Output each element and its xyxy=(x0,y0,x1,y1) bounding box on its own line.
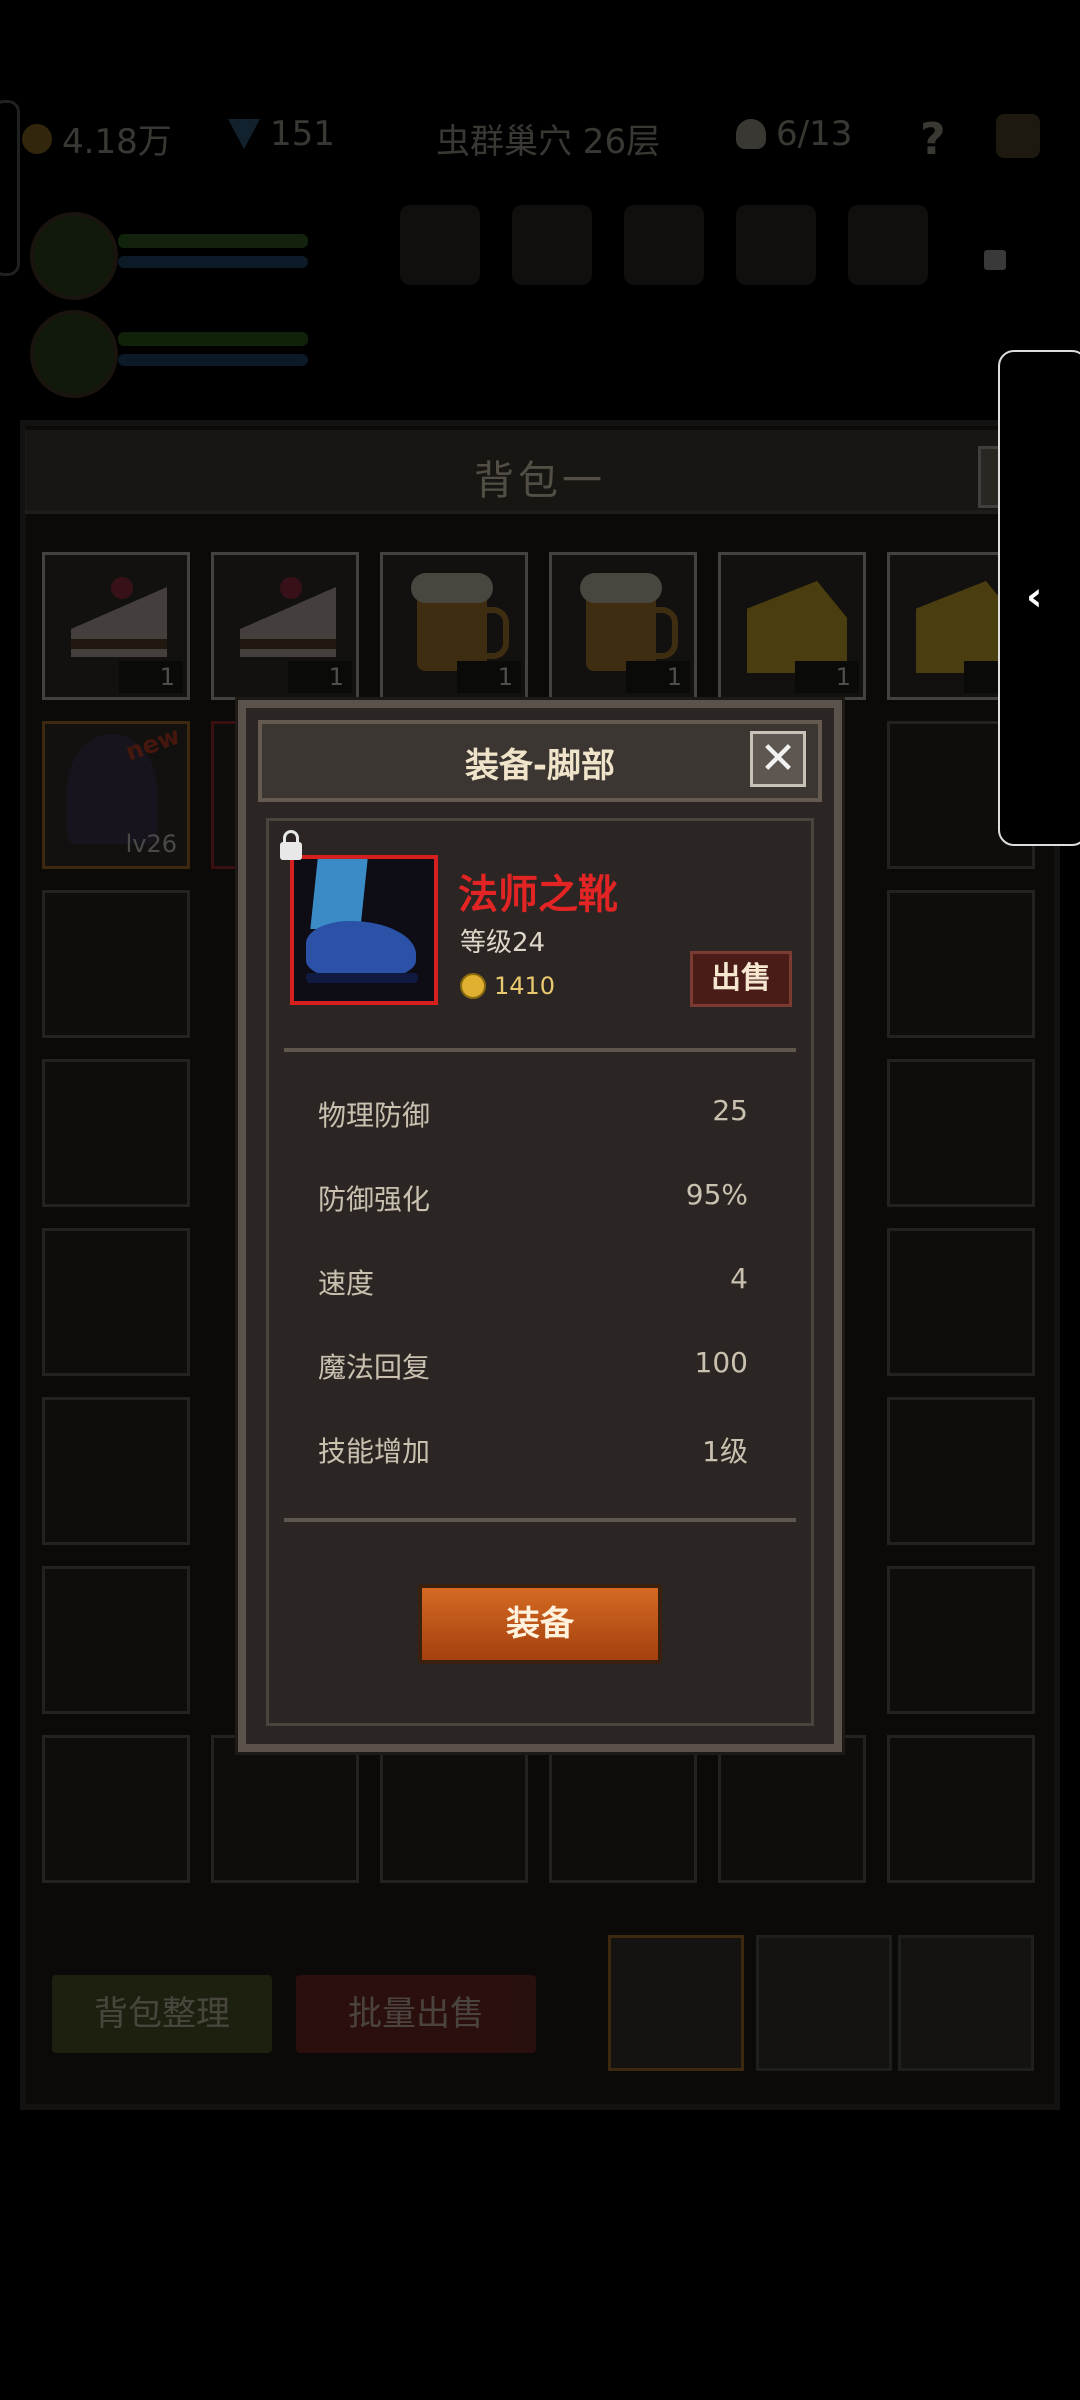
stat-label: 速度 xyxy=(318,1267,375,1300)
mana-bar xyxy=(118,256,308,268)
inventory-slot[interactable] xyxy=(42,1228,190,1376)
sell-button[interactable]: 出售 xyxy=(690,951,792,1007)
stat-label: 防御强化 xyxy=(318,1183,431,1216)
inventory-item-cheese[interactable]: 1 xyxy=(718,552,866,700)
item-count: 1 xyxy=(795,661,859,693)
equip-slot-icon[interactable] xyxy=(736,205,816,285)
stat-value: 1级 xyxy=(702,1435,748,1468)
stat-value: 100 xyxy=(694,1346,748,1379)
inventory-slot[interactable] xyxy=(549,1735,697,1883)
inventory-item-cake[interactable]: 1 xyxy=(42,552,190,700)
new-badge: new xyxy=(122,721,185,767)
item-count: 1 xyxy=(288,661,352,693)
health-bar xyxy=(118,234,308,248)
health-bar xyxy=(118,332,308,346)
inventory-slot[interactable] xyxy=(887,1566,1035,1714)
inventory-slot[interactable] xyxy=(211,1735,359,1883)
dialog-title: 装备-脚部 xyxy=(464,746,616,786)
stat-label: 技能增加 xyxy=(318,1435,431,1468)
inventory-slot[interactable] xyxy=(42,890,190,1038)
item-count: 1 xyxy=(457,661,521,693)
item-name: 法师之靴 xyxy=(458,872,618,918)
inventory-slot[interactable] xyxy=(42,1059,190,1207)
stat-value: 4 xyxy=(730,1262,748,1295)
boot-leg-icon xyxy=(310,859,368,929)
bag-tab-3[interactable] xyxy=(898,1935,1034,2071)
hero-avatar xyxy=(30,310,118,398)
help-button[interactable]: ? xyxy=(920,114,946,165)
gold-display: 4.18万 xyxy=(22,114,172,163)
location-text: 虫群巢穴 26层 xyxy=(436,122,661,162)
bag-tab-1[interactable] xyxy=(608,1935,744,2071)
inventory-slot[interactable] xyxy=(887,890,1035,1038)
chevron-left-icon: ‹ xyxy=(1026,574,1043,620)
inventory-item-cake[interactable]: 1 xyxy=(211,552,359,700)
stat-label: 物理防御 xyxy=(318,1099,431,1132)
divider xyxy=(284,1518,796,1522)
inventory-slot[interactable] xyxy=(887,1228,1035,1376)
beer-mug-icon xyxy=(580,573,678,671)
cherry-icon xyxy=(280,577,302,599)
inventory-slot[interactable] xyxy=(42,1397,190,1545)
inventory-slot[interactable] xyxy=(42,1566,190,1714)
boot-foot-icon xyxy=(306,921,416,977)
hero-portrait-1[interactable] xyxy=(30,212,330,302)
left-edge-handle[interactable] xyxy=(0,100,20,276)
gold-amount: 4.18万 xyxy=(62,122,172,162)
item-level: 等级24 xyxy=(460,928,546,958)
beer-mug-icon xyxy=(411,573,509,671)
inventory-slot[interactable] xyxy=(42,1735,190,1883)
stat-value: 25 xyxy=(712,1094,748,1127)
progress-count: 6/13 xyxy=(776,114,853,154)
item-icon-boot xyxy=(290,855,438,1005)
item-count: 1 xyxy=(626,661,690,693)
bag-title: 背包一 xyxy=(474,458,606,504)
dialog-close-button[interactable]: ✕ xyxy=(750,731,806,787)
equipment-level: lv26 xyxy=(125,830,177,858)
inventory-slot[interactable] xyxy=(887,1735,1035,1883)
cherry-icon xyxy=(111,577,133,599)
inventory-item-beer[interactable]: 1 xyxy=(549,552,697,700)
equip-button[interactable]: 装备 xyxy=(418,1584,662,1664)
equip-slot-icon[interactable] xyxy=(400,205,480,285)
gold-coin-icon xyxy=(460,973,486,999)
lock-icon xyxy=(984,250,1006,270)
skull-icon xyxy=(736,119,766,149)
sort-bag-button[interactable]: 背包整理 xyxy=(52,1975,272,2053)
equip-slot-icon[interactable] xyxy=(624,205,704,285)
item-gold-value: 1410 xyxy=(494,972,556,1000)
inventory-item-beer[interactable]: 1 xyxy=(380,552,528,700)
mana-bar xyxy=(118,354,308,366)
stat-value: 95% xyxy=(685,1178,748,1211)
gold-coin-icon xyxy=(22,123,52,154)
gem-icon xyxy=(228,119,260,149)
hero-portrait-2[interactable] xyxy=(30,310,330,400)
settings-icon[interactable] xyxy=(996,114,1040,158)
location-label: 虫群巢穴 26层 xyxy=(436,114,660,163)
boot-sole-icon xyxy=(306,973,418,983)
inventory-slot[interactable] xyxy=(718,1735,866,1883)
equip-slot-icon[interactable] xyxy=(848,205,928,285)
top-status-bar: 4.18万 151 虫群巢穴 26层 6/13 ? xyxy=(0,100,1080,180)
inventory-slot[interactable] xyxy=(887,1397,1035,1545)
inventory-equipment-item[interactable]: new lv26 xyxy=(42,721,190,869)
unlock-icon[interactable] xyxy=(280,830,302,860)
side-panel-handle[interactable]: ‹ xyxy=(998,350,1080,846)
inventory-slot[interactable] xyxy=(380,1735,528,1883)
inventory-slot[interactable] xyxy=(887,1059,1035,1207)
bulk-sell-button[interactable]: 批量出售 xyxy=(296,1975,536,2053)
gem-amount: 151 xyxy=(270,114,335,154)
cheese-icon xyxy=(747,581,847,673)
hero-avatar xyxy=(30,212,118,300)
bag-tab-2[interactable] xyxy=(756,1935,892,2071)
stat-label: 魔法回复 xyxy=(318,1351,431,1384)
equip-slot-icon[interactable] xyxy=(512,205,592,285)
gem-display: 151 xyxy=(228,114,335,154)
item-count: 1 xyxy=(119,661,183,693)
progress-display: 6/13 xyxy=(736,114,852,154)
divider xyxy=(284,1048,796,1052)
